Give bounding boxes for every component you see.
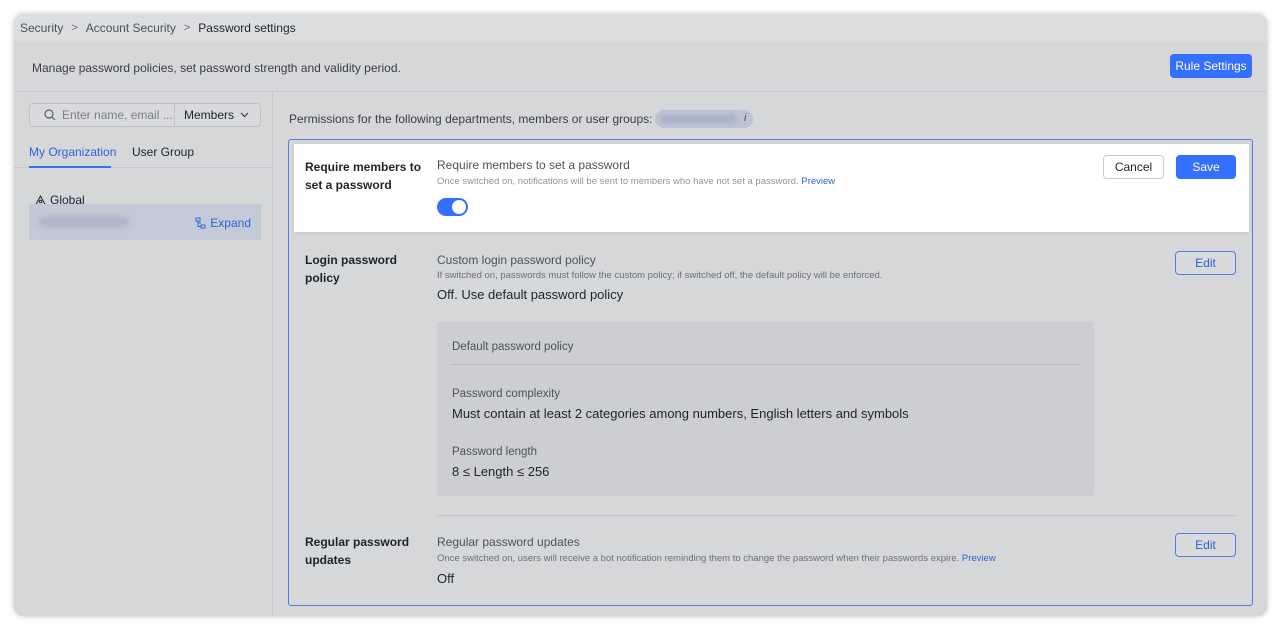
login-policy-title: Custom login password policy [437, 253, 596, 267]
active-tab-indicator [29, 166, 111, 168]
login-policy-subtitle: If switched on, passwords must follow th… [437, 270, 883, 281]
regular-updates-value: Off [437, 571, 455, 586]
expand-label: Expand [210, 216, 251, 230]
login-policy-value: Off. Use default password policy [437, 287, 624, 302]
sidebar: Members My Organization User Group Globa… [14, 92, 273, 616]
length-label: Password length [452, 446, 538, 458]
members-filter-label: Members [184, 108, 235, 122]
expand-button[interactable]: Expand [195, 216, 251, 230]
preview-link[interactable]: Preview [962, 553, 996, 564]
divider [452, 364, 1079, 365]
breadcrumb-separator-icon: > [71, 22, 78, 34]
tab-my-organization[interactable]: My Organization [29, 145, 116, 159]
members-filter-dropdown[interactable]: Members [175, 108, 249, 122]
search-input[interactable] [62, 108, 174, 122]
breadcrumb-current: Password settings [198, 21, 296, 35]
default-policy-heading: Default password policy [452, 341, 574, 353]
regular-updates-label: Regular password updates [305, 535, 410, 567]
search-box: Members [29, 103, 261, 127]
complexity-value: Must contain at least 2 categories among… [452, 406, 909, 421]
section-divider [437, 515, 1236, 516]
breadcrumb-item-security[interactable]: Security [20, 21, 63, 35]
default-policy-box: Default password policy Password complex… [437, 322, 1094, 496]
rule-settings-button[interactable]: Rule Settings [1170, 54, 1252, 78]
main-content: Permissions for the following department… [274, 92, 1267, 616]
sidebar-tabs: My Organization User Group [14, 142, 273, 168]
complexity-label: Password complexity [452, 388, 561, 400]
chevron-down-icon [240, 112, 249, 118]
permissions-text: Permissions for the following department… [289, 112, 653, 126]
login-policy-label: Login password policy [305, 253, 398, 285]
redacted-scope-name [660, 115, 737, 123]
preview-link[interactable]: Preview [801, 176, 835, 187]
breadcrumb-item-account-security[interactable]: Account Security [86, 21, 176, 35]
require-password-label: Require members to set a password [305, 160, 422, 192]
require-password-subtitle: Once switched on, notifications will be … [437, 176, 836, 187]
app-window: Security > Account Security > Password s… [14, 14, 1267, 616]
length-value: 8 ≤ Length ≤ 256 [452, 464, 550, 479]
require-password-section: Require members to set a password Requir… [294, 144, 1249, 232]
regular-updates-edit-button[interactable]: Edit [1175, 533, 1236, 557]
breadcrumb-separator-icon: > [183, 22, 191, 34]
page-description: Manage password policies, set password s… [32, 61, 401, 75]
tree-expand-icon [195, 217, 206, 229]
tab-user-group[interactable]: User Group [132, 145, 194, 159]
require-password-toggle[interactable] [437, 198, 468, 216]
page-header: Manage password policies, set password s… [14, 42, 1267, 92]
redacted-organization-name [39, 216, 129, 228]
info-icon[interactable]: i [744, 112, 746, 124]
breadcrumb: Security > Account Security > Password s… [14, 14, 1267, 42]
sidebar-item-organization[interactable]: Expand [29, 204, 261, 240]
save-button[interactable]: Save [1176, 155, 1236, 179]
require-password-title: Require members to set a password [437, 158, 630, 172]
toggle-knob [452, 200, 466, 214]
permissions-row: Permissions for the following department… [289, 110, 753, 128]
permissions-scope-chip[interactable]: i [654, 110, 753, 128]
regular-updates-title: Regular password updates [437, 535, 580, 549]
settings-panel: Require members to set a password Requir… [288, 139, 1253, 606]
search-icon [44, 109, 56, 121]
regular-updates-subtitle: Once switched on, users will receive a b… [437, 553, 996, 564]
login-policy-edit-button[interactable]: Edit [1175, 251, 1236, 275]
cancel-button[interactable]: Cancel [1103, 155, 1164, 179]
